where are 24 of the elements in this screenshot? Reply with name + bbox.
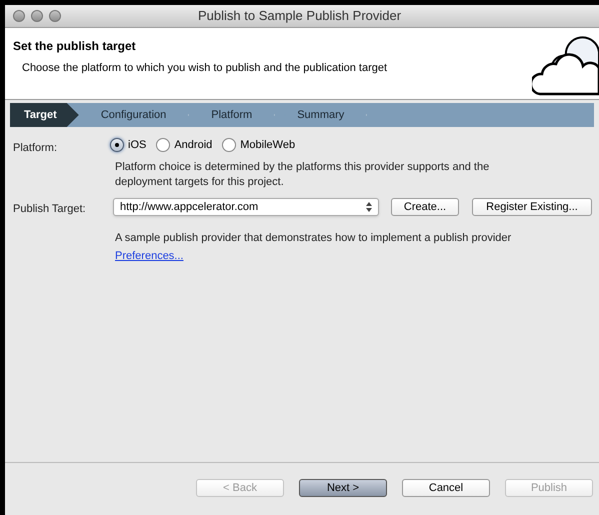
- radio-option[interactable]: iOS: [110, 137, 146, 154]
- zoom-icon[interactable]: [49, 10, 61, 22]
- cancel-button[interactable]: Cancel: [402, 479, 490, 497]
- field-label: Platform:: [13, 141, 58, 156]
- field-label: Publish Target:: [13, 202, 86, 217]
- radio-button[interactable]: [222, 138, 236, 152]
- minimize-icon[interactable]: [31, 10, 43, 22]
- next-button[interactable]: Next >: [299, 479, 387, 497]
- platform-note: Platform choice is determined by the platforms this provider supports and the deployment targets for this project.: [115, 160, 490, 190]
- radio-option[interactable]: Android: [156, 137, 212, 154]
- radio-button[interactable]: [110, 138, 124, 152]
- radio-option[interactable]: MobileWeb: [222, 137, 296, 154]
- radio-button[interactable]: [156, 138, 170, 152]
- page-title: Set the publish target: [13, 38, 136, 55]
- close-icon[interactable]: [13, 10, 25, 22]
- wizard-step[interactable]: Target: [10, 103, 79, 127]
- page-description: Choose the platform to which you wish to publish and the publication target: [22, 61, 388, 76]
- window-title: Publish to Sample Publish Provider: [198, 7, 402, 26]
- register-existing-button[interactable]: Register Existing...: [472, 198, 592, 216]
- target-dropdown[interactable]: http://www.appcelerator.com: [113, 198, 379, 216]
- stepper-icon: [366, 202, 372, 212]
- preferences-link[interactable]: Preferences...: [115, 248, 184, 264]
- create-button[interactable]: Create...: [391, 198, 459, 216]
- provider-description: A sample publish provider that demonstrates how to implement a publish provider: [115, 231, 512, 246]
